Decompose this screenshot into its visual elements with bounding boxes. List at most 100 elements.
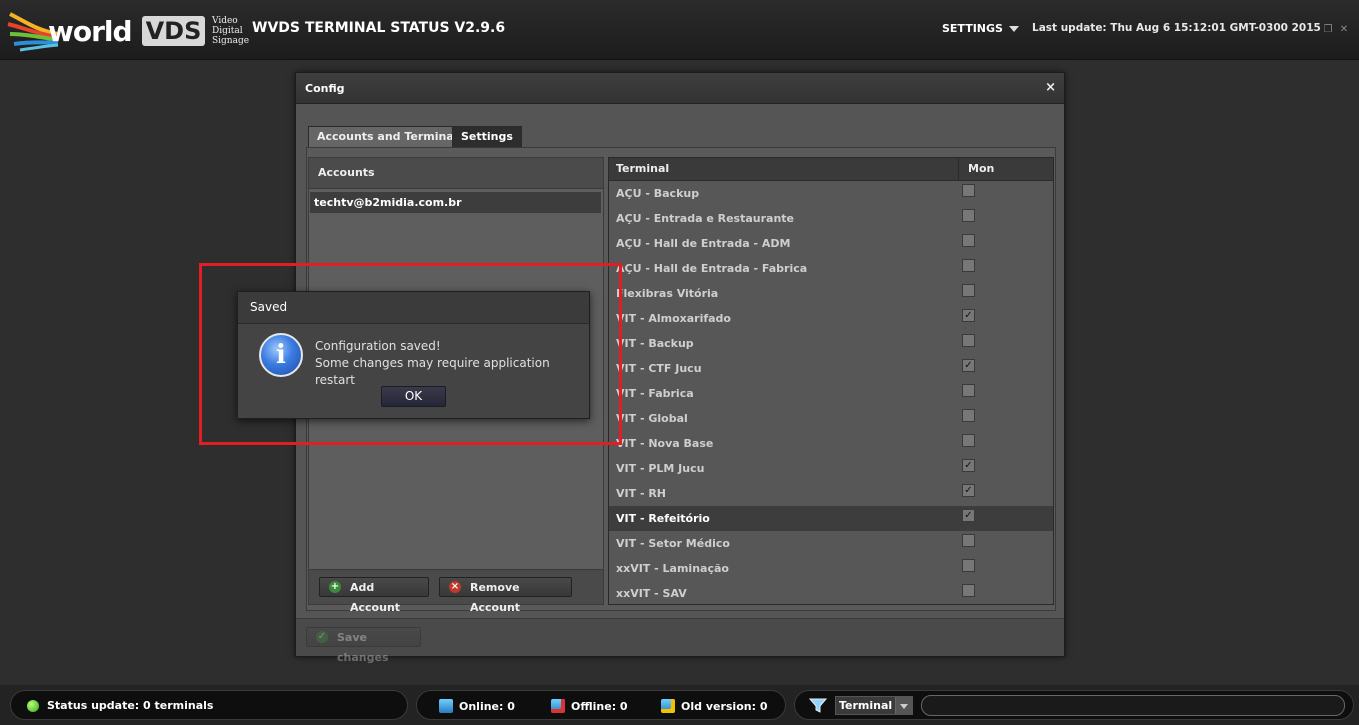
status-bar: Status update: 0 terminals Online: 0 Off… bbox=[0, 685, 1359, 725]
terminal-name: VIT - Setor Médico bbox=[616, 537, 730, 550]
online-monitor-icon bbox=[439, 699, 453, 713]
config-footer: ✓ Save changes bbox=[296, 618, 1064, 664]
terminals-table-header: Terminal Mon bbox=[609, 158, 1053, 181]
offline-count[interactable]: Offline: 0 bbox=[551, 699, 628, 713]
counts-pill: Online: 0 Offline: 0 Old version: 0 bbox=[416, 690, 786, 720]
table-row[interactable]: AÇU - Backup bbox=[609, 181, 1053, 206]
terminal-name: VIT - Backup bbox=[616, 337, 694, 350]
mon-checkbox[interactable] bbox=[962, 559, 975, 572]
table-row[interactable]: VIT - Nova Base bbox=[609, 431, 1053, 456]
tab-accounts-and-terminals[interactable]: Accounts and Terminals bbox=[308, 126, 474, 147]
mon-checkbox[interactable] bbox=[962, 209, 975, 222]
saved-dialog-title: Saved bbox=[238, 292, 589, 324]
mon-checkbox[interactable]: ✓ bbox=[962, 309, 975, 322]
mon-checkbox[interactable] bbox=[962, 259, 975, 272]
remove-icon: × bbox=[449, 581, 461, 593]
config-header: Config × bbox=[296, 73, 1064, 104]
search-input[interactable] bbox=[921, 695, 1345, 716]
saved-message-line-2: Some changes may require application res… bbox=[315, 356, 550, 387]
remove-account-label: Remove Account bbox=[470, 581, 521, 614]
accounts-header: Accounts bbox=[309, 158, 603, 189]
status-dot-icon bbox=[27, 700, 39, 712]
tab-settings[interactable]: Settings bbox=[452, 126, 522, 147]
table-row[interactable]: AÇU - Hall de Entrada - Fabrica bbox=[609, 256, 1053, 281]
table-row[interactable]: VIT - Backup bbox=[609, 331, 1053, 356]
filter-icon bbox=[809, 698, 827, 713]
table-row[interactable]: VIT - Setor Médico bbox=[609, 531, 1053, 556]
table-row[interactable]: VIT - Fabrica bbox=[609, 381, 1053, 406]
mon-checkbox[interactable] bbox=[962, 584, 975, 597]
terminal-name: xxVIT - Laminação bbox=[616, 562, 729, 575]
logo-vds-text: VDS bbox=[142, 16, 205, 46]
mon-checkbox[interactable] bbox=[962, 534, 975, 547]
table-row[interactable]: AÇU - Hall de Entrada - ADM bbox=[609, 231, 1053, 256]
account-item[interactable]: techtv@b2midia.com.br bbox=[310, 192, 601, 213]
filter-type-select[interactable]: Terminal bbox=[835, 696, 913, 715]
top-bar: world VDS Video Digital Signage WVDS TER… bbox=[0, 0, 1359, 60]
table-row[interactable]: xxVIT - Laminação bbox=[609, 556, 1053, 581]
table-row[interactable]: AÇU - Entrada e Restaurante bbox=[609, 206, 1053, 231]
app-logo: world VDS Video Digital Signage bbox=[6, 4, 250, 54]
mon-checkbox[interactable] bbox=[962, 334, 975, 347]
search-pill: Terminal bbox=[794, 690, 1354, 720]
saved-dialog-message: Configuration saved! Some changes may re… bbox=[315, 338, 589, 389]
terminal-name: VIT - RH bbox=[616, 487, 667, 500]
check-icon: ✓ bbox=[316, 631, 328, 643]
mon-checkbox[interactable]: ✓ bbox=[962, 484, 975, 497]
accounts-footer: + Add Account × Remove Account bbox=[309, 569, 603, 614]
mon-checkbox[interactable] bbox=[962, 384, 975, 397]
terminal-name: xxVIT - SAV bbox=[616, 587, 687, 600]
table-row[interactable]: VIT - Global bbox=[609, 406, 1053, 431]
add-account-label: Add Account bbox=[350, 581, 401, 614]
terminals-table: Terminal Mon AÇU - Backup AÇU - Entrada e… bbox=[608, 157, 1054, 605]
online-count[interactable]: Online: 0 bbox=[439, 699, 515, 713]
terminal-name: VIT - Nova Base bbox=[616, 437, 714, 450]
terminal-name: AÇU - Backup bbox=[616, 187, 700, 200]
ok-button[interactable]: OK bbox=[381, 386, 446, 407]
offline-monitor-icon bbox=[551, 699, 565, 713]
terminal-name: VIT - Refeitório bbox=[616, 512, 710, 525]
offline-count-text: Offline: 0 bbox=[571, 700, 628, 713]
settings-menu[interactable]: SETTINGS bbox=[942, 22, 1019, 35]
saved-dialog: Saved i Configuration saved! Some change… bbox=[237, 291, 590, 419]
table-row[interactable]: Flexibras Vitória bbox=[609, 281, 1053, 306]
mon-checkbox[interactable]: ✓ bbox=[962, 359, 975, 372]
terminal-name: VIT - Fabrica bbox=[616, 387, 694, 400]
minimize-icon[interactable]: – bbox=[1306, 24, 1318, 36]
save-changes-label: Save changes bbox=[337, 631, 389, 664]
mon-checkbox[interactable] bbox=[962, 409, 975, 422]
window-close-icon[interactable]: ✕ bbox=[1338, 24, 1350, 36]
table-row[interactable]: VIT - Refeitório ✓ bbox=[609, 506, 1053, 531]
save-changes-button[interactable]: ✓ Save changes bbox=[306, 627, 421, 664]
table-row[interactable]: VIT - PLM Jucu ✓ bbox=[609, 456, 1053, 481]
terminal-name: VIT - CTF Jucu bbox=[616, 362, 702, 375]
mon-checkbox[interactable] bbox=[962, 284, 975, 297]
terminals-table-body: AÇU - Backup AÇU - Entrada e Restaurante A… bbox=[609, 181, 1053, 604]
mon-checkbox[interactable] bbox=[962, 234, 975, 247]
config-title: Config bbox=[305, 82, 345, 95]
terminal-name: Flexibras Vitória bbox=[616, 287, 719, 300]
restore-icon[interactable]: ❐ bbox=[1322, 24, 1334, 36]
status-pill: Status update: 0 terminals bbox=[10, 690, 408, 720]
mon-checkbox[interactable]: ✓ bbox=[962, 459, 975, 472]
close-icon[interactable]: × bbox=[1045, 80, 1056, 95]
add-account-button[interactable]: + Add Account bbox=[319, 577, 429, 614]
old-version-count[interactable]: Old version: 0 bbox=[661, 699, 767, 713]
table-row[interactable]: VIT - Almoxarifado ✓ bbox=[609, 306, 1053, 331]
filter-type-value: Terminal bbox=[839, 699, 893, 712]
terminal-name: AÇU - Entrada e Restaurante bbox=[616, 212, 794, 225]
remove-account-button[interactable]: × Remove Account bbox=[439, 577, 572, 614]
mon-checkbox[interactable] bbox=[962, 184, 975, 197]
column-header-terminal[interactable]: Terminal bbox=[616, 158, 669, 180]
logo-subtitle: Video Digital Signage bbox=[212, 16, 250, 46]
mon-checkbox[interactable]: ✓ bbox=[962, 509, 975, 522]
mon-checkbox[interactable] bbox=[962, 434, 975, 447]
column-header-mon[interactable]: Mon bbox=[958, 158, 994, 180]
terminal-name: VIT - Global bbox=[616, 412, 688, 425]
table-row[interactable]: VIT - RH ✓ bbox=[609, 481, 1053, 506]
logo-world-text: world bbox=[48, 15, 133, 48]
select-arrow-icon bbox=[895, 697, 912, 714]
table-row[interactable]: VIT - CTF Jucu ✓ bbox=[609, 356, 1053, 381]
terminal-name: AÇU - Hall de Entrada - Fabrica bbox=[616, 262, 808, 275]
table-row[interactable]: xxVIT - SAV bbox=[609, 581, 1053, 604]
